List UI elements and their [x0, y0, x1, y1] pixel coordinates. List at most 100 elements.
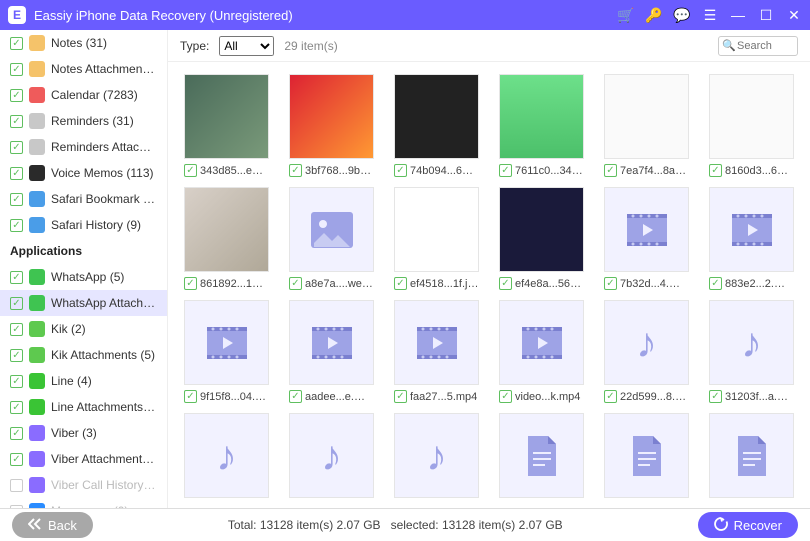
thumbnail[interactable]: ✓faa27...5.mp4 [394, 300, 479, 403]
sidebar-item[interactable]: ✓WhatsApp (5) [0, 264, 167, 290]
sidebar-item[interactable]: ✓WhatsApp Attachmen... [0, 290, 167, 316]
checkbox[interactable]: ✓ [10, 427, 23, 440]
checkbox[interactable]: ✓ [10, 37, 23, 50]
sidebar-item[interactable]: ✓Safari History (9) [0, 212, 167, 238]
checkbox[interactable]: ✓ [10, 297, 23, 310]
sidebar-item[interactable]: ✓Viber Attachments (2... [0, 446, 167, 472]
thumbnail[interactable]: ✓video...k.mp4 [499, 300, 584, 403]
checkbox[interactable]: ✓ [394, 164, 407, 177]
sidebar-item[interactable]: ✓Notes Attachments (24) [0, 56, 167, 82]
thumbnail[interactable]: ♪ ✓22d599...8.opus [604, 300, 689, 403]
checkbox[interactable]: ✓ [10, 401, 23, 414]
filename: 31203f...a.opus [725, 391, 794, 403]
thumbnail[interactable]: ✓a8e7a....webp [289, 187, 374, 290]
thumbnail[interactable]: ✓7ea7f4...8a.jpg [604, 74, 689, 177]
checkbox[interactable]: ✓ [10, 63, 23, 76]
checkbox[interactable]: ✓ [394, 390, 407, 403]
filename: 22d599...8.opus [620, 391, 689, 403]
footer: Back Total: 13128 item(s) 2.07 GB select… [0, 508, 810, 541]
sidebar-item[interactable]: ✓ Calendar (7283) [0, 82, 167, 108]
chat-icon[interactable]: 💬 [674, 7, 690, 24]
thumbnail[interactable]: ✓8160d3...69.jpg [709, 74, 794, 177]
thumbnail[interactable]: ✓7611c0...34.jpg [499, 74, 584, 177]
thumbnail[interactable] [499, 413, 584, 498]
cart-icon[interactable]: 🛒 [618, 7, 634, 24]
sidebar-item[interactable]: ✓Line (4) [0, 368, 167, 394]
checkbox[interactable]: ✓ [10, 271, 23, 284]
checkbox[interactable]: ✓ [10, 323, 23, 336]
checkbox[interactable]: ✓ [184, 390, 197, 403]
checkbox[interactable]: ✓ [184, 164, 197, 177]
thumbnail[interactable]: ✓7b32d...4.mp4 [604, 187, 689, 290]
thumbnail[interactable] [604, 413, 689, 498]
maximize-icon[interactable]: ☐ [758, 7, 774, 24]
checkbox[interactable]: ✓ [10, 453, 23, 466]
checkbox[interactable]: ✓ [289, 164, 302, 177]
sidebar-item-label: Reminders (31) [51, 114, 134, 128]
sidebar-item[interactable]: ✓Messenger (0) [0, 498, 167, 508]
sidebar-item[interactable]: ✓Safari Bookmark (653) [0, 186, 167, 212]
thumbnail-grid[interactable]: ✓343d85...e8.jpg✓3bf768...9b.jpg✓74b094.… [168, 62, 810, 508]
thumbnail[interactable]: ✓9f15f8...04.mp4 [184, 300, 269, 403]
checkbox[interactable]: ✓ [10, 375, 23, 388]
thumbnail[interactable]: ✓74b094...60.jpg [394, 74, 479, 177]
sidebar-item[interactable]: ✓Notes (31) [0, 30, 167, 56]
thumbnail-image [184, 187, 269, 272]
checkbox[interactable]: ✓ [604, 164, 617, 177]
sidebar[interactable]: ✓Notes (31)✓Notes Attachments (24)✓Calen… [0, 30, 168, 508]
checkbox[interactable]: ✓ [709, 277, 722, 290]
checkbox[interactable]: ✓ [709, 164, 722, 177]
checkbox[interactable]: ✓ [394, 277, 407, 290]
minimize-icon[interactable]: — [730, 7, 746, 23]
sidebar-item-label: Calendar (7283) [51, 88, 138, 102]
thumbnail[interactable]: ♪✓31203f...a.opus [709, 300, 794, 403]
checkbox[interactable]: ✓ [499, 390, 512, 403]
checkbox[interactable]: ✓ [10, 115, 23, 128]
close-icon[interactable]: ✕ [786, 7, 802, 24]
sidebar-item[interactable]: ✓Viber Call History (0) [0, 472, 167, 498]
sidebar-item[interactable]: ✓Voice Memos (113) [0, 160, 167, 186]
thumbnail[interactable] [709, 413, 794, 498]
checkbox[interactable]: ✓ [289, 277, 302, 290]
thumbnail[interactable]: ✓861892...15.jpg [184, 187, 269, 290]
checkbox[interactable]: ✓ [10, 89, 23, 102]
sidebar-item[interactable]: ✓Viber (3) [0, 420, 167, 446]
checkbox[interactable]: ✓ [10, 349, 23, 362]
sidebar-item[interactable]: ✓Kik Attachments (5) [0, 342, 167, 368]
thumbnail[interactable]: ♪ [289, 413, 374, 498]
checkbox[interactable]: ✓ [10, 141, 23, 154]
checkbox[interactable]: ✓ [709, 390, 722, 403]
checkbox[interactable]: ✓ [10, 167, 23, 180]
sidebar-item[interactable]: ✓ Reminders (31) [0, 108, 167, 134]
filename: 3bf768...9b.jpg [305, 165, 374, 177]
checkbox[interactable]: ✓ [499, 164, 512, 177]
checkbox[interactable]: ✓ [604, 277, 617, 290]
checkbox[interactable]: ✓ [10, 505, 23, 509]
window-title: Eassiy iPhone Data Recovery (Unregistere… [34, 8, 618, 23]
checkbox[interactable]: ✓ [184, 277, 197, 290]
checkbox[interactable]: ✓ [604, 390, 617, 403]
thumbnail-image: ♪ [604, 300, 689, 385]
sidebar-item[interactable]: ✓Reminders Attachmen... [0, 134, 167, 160]
checkbox[interactable]: ✓ [10, 479, 23, 492]
checkbox[interactable]: ✓ [289, 390, 302, 403]
checkbox[interactable]: ✓ [10, 219, 23, 232]
thumbnail[interactable]: ♪ [394, 413, 479, 498]
thumbnail[interactable]: ✓883e2...2.mp4 [709, 187, 794, 290]
thumbnail[interactable]: ✓343d85...e8.jpg [184, 74, 269, 177]
sidebar-item[interactable]: ✓Kik (2) [0, 316, 167, 342]
thumbnail[interactable]: ✓ef4518...1f.jpg [394, 187, 479, 290]
recover-button[interactable]: Recover [698, 512, 798, 538]
thumbnail[interactable]: ✓ef4e8a...56.jpg [499, 187, 584, 290]
checkbox[interactable]: ✓ [10, 193, 23, 206]
key-icon[interactable]: 🔑 [646, 7, 662, 24]
thumbnail[interactable]: ✓3bf768...9b.jpg [289, 74, 374, 177]
thumbnail[interactable]: ✓aadee...e.mp4 [289, 300, 374, 403]
back-button[interactable]: Back [12, 512, 93, 538]
type-select[interactable]: All [219, 36, 274, 56]
checkbox[interactable]: ✓ [499, 277, 512, 290]
thumbnail[interactable]: ♪ [184, 413, 269, 498]
menu-icon[interactable]: ☰ [702, 7, 718, 24]
sidebar-item[interactable]: ✓Line Attachments (510) [0, 394, 167, 420]
thumbnail-image [499, 74, 584, 159]
